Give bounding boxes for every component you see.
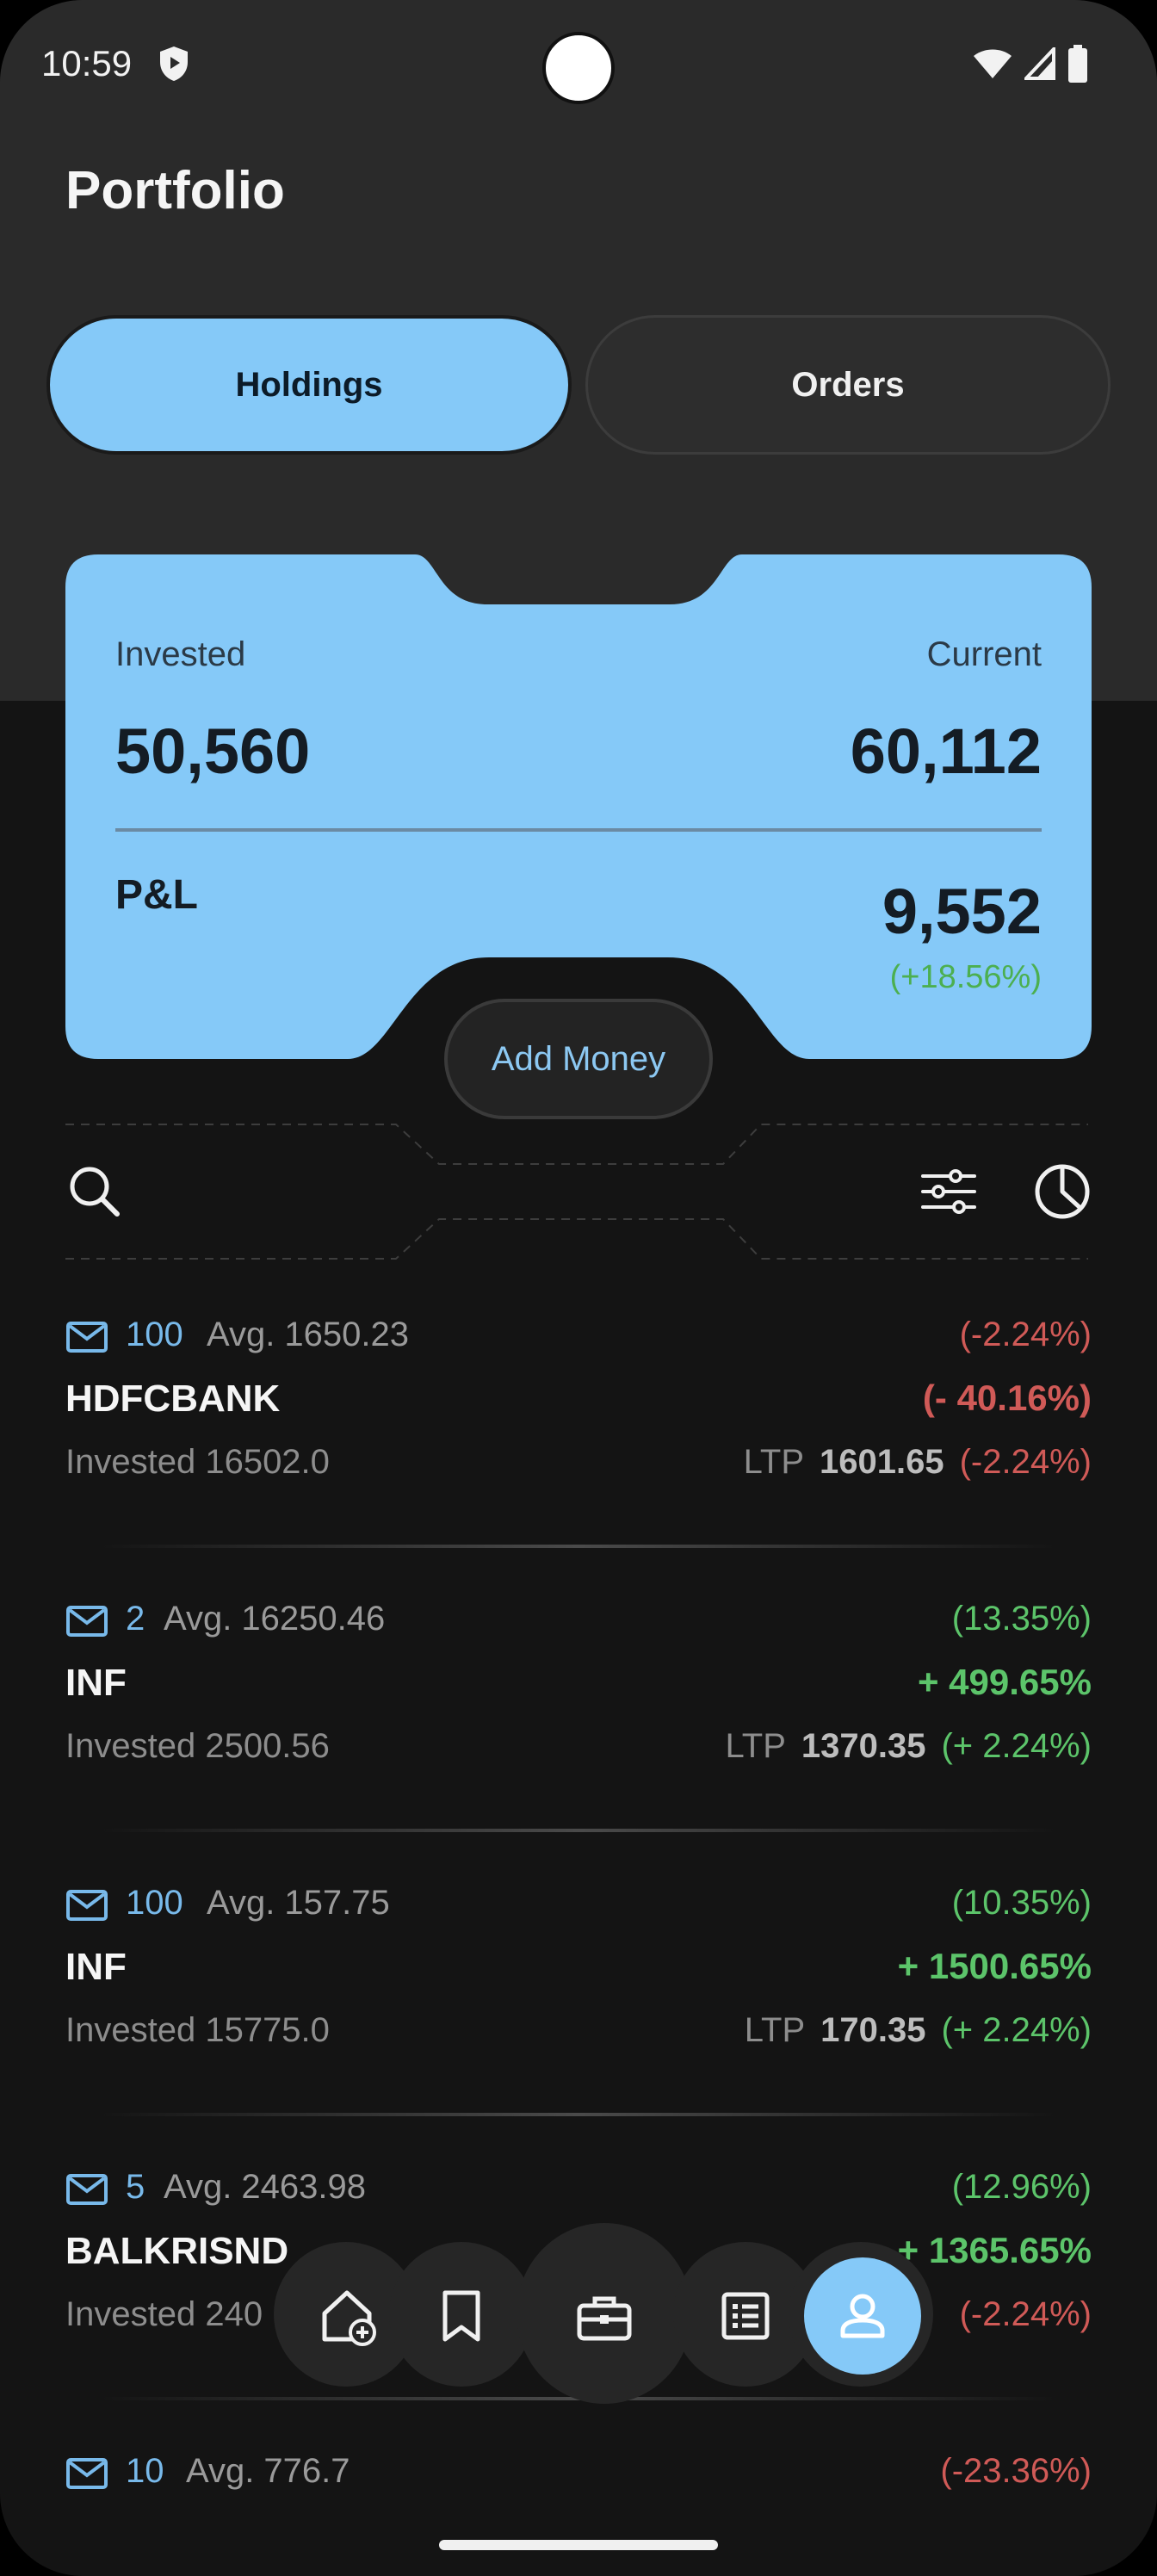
holding-item[interactable]: 2 Avg. 16250.46 (13.35%) INF + 499.65% I… bbox=[65, 1596, 1092, 1855]
holding-invested: Invested 15775.0 bbox=[65, 2011, 330, 2049]
holding-change: + 499.65% bbox=[917, 1662, 1092, 1702]
ltp-label: LTP bbox=[744, 2011, 806, 2049]
mail-icon bbox=[66, 2174, 108, 2205]
holding-item[interactable]: 100 Avg. 1650.23 (-2.24%) HDFCBANK (- 40… bbox=[65, 1312, 1092, 1570]
ltp-label: LTP bbox=[725, 1727, 786, 1765]
holding-name: INF bbox=[65, 1662, 127, 1704]
invested-value: 50,560 bbox=[115, 715, 311, 787]
holding-change: (- 40.16%) bbox=[922, 1378, 1092, 1418]
nav-orders-list[interactable] bbox=[711, 2282, 780, 2350]
list-icon bbox=[721, 2292, 770, 2340]
home-add-icon bbox=[322, 2290, 376, 2346]
holding-quantity: 100 bbox=[126, 1884, 183, 1922]
mail-icon bbox=[66, 2458, 108, 2489]
holding-quantity: 2 bbox=[126, 1600, 145, 1638]
holding-percent: (-23.36%) bbox=[940, 2452, 1092, 2490]
holding-average: Avg. 157.75 bbox=[207, 1884, 390, 1922]
card-divider bbox=[115, 828, 1042, 832]
row-separator bbox=[100, 1545, 1057, 1548]
mail-icon bbox=[66, 1322, 108, 1353]
current-value: 60,112 bbox=[850, 715, 1042, 787]
nav-portfolio[interactable] bbox=[568, 2282, 640, 2354]
briefcase-icon bbox=[577, 2296, 632, 2341]
holding-invested: Invested 2500.56 bbox=[65, 1727, 330, 1765]
gesture-bar[interactable] bbox=[439, 2540, 718, 2550]
holding-average: Avg. 776.7 bbox=[186, 2452, 350, 2490]
holding-ltp: LTP 170.35 (+ 2.24%) bbox=[745, 2011, 1092, 2050]
profile-icon bbox=[840, 2294, 885, 2338]
holding-average: Avg. 16250.46 bbox=[164, 1600, 386, 1638]
row-separator bbox=[100, 1829, 1057, 1832]
pl-label: P&L bbox=[115, 872, 198, 918]
holding-quantity: 100 bbox=[126, 1316, 183, 1353]
holding-ltp: (-2.24%) bbox=[960, 2295, 1092, 2334]
toolbar-frame bbox=[65, 1124, 1088, 1260]
holding-invested: Invested 16502.0 bbox=[65, 1443, 330, 1481]
holding-item[interactable]: 10 Avg. 776.7 (-23.36%) bbox=[65, 2449, 1092, 2517]
holding-invested: Invested 240 bbox=[65, 2295, 263, 2333]
holding-percent: (10.35%) bbox=[951, 1884, 1092, 1922]
holding-change: + 1365.65% bbox=[897, 2230, 1092, 2270]
app-screen: 10:59 Portfolio Holdings Orders Invested… bbox=[0, 0, 1157, 2576]
pie-chart-icon[interactable] bbox=[1031, 1161, 1093, 1223]
ltp-label: LTP bbox=[743, 1443, 805, 1481]
holding-item[interactable]: 100 Avg. 157.75 (10.35%) INF + 1500.65% … bbox=[65, 1880, 1092, 2139]
holding-average: Avg. 1650.23 bbox=[207, 1316, 410, 1353]
holding-change: + 1500.65% bbox=[897, 1946, 1092, 1986]
nav-bookmarks[interactable] bbox=[427, 2282, 496, 2350]
pl-value: 9,552 bbox=[882, 876, 1042, 947]
holding-name: BALKRISND bbox=[65, 2230, 289, 2272]
holding-ltp: LTP 1370.35 (+ 2.24%) bbox=[725, 1727, 1092, 1766]
holding-quantity: 5 bbox=[126, 2168, 145, 2206]
nav-profile[interactable] bbox=[804, 2257, 921, 2375]
add-money-button[interactable]: Add Money bbox=[444, 999, 713, 1119]
ltp-change: (-2.24%) bbox=[959, 2295, 1092, 2333]
bookmark-icon bbox=[442, 2290, 480, 2342]
holding-percent: (13.35%) bbox=[951, 1600, 1092, 1638]
ltp-change: (+ 2.24%) bbox=[941, 2011, 1092, 2049]
ltp-value: 170.35 bbox=[820, 2011, 926, 2049]
holding-percent: (-2.24%) bbox=[959, 1316, 1092, 1353]
ltp-change: (+ 2.24%) bbox=[941, 1727, 1092, 1765]
ltp-change: (-2.24%) bbox=[959, 1443, 1092, 1481]
invested-label: Invested bbox=[115, 635, 246, 673]
ltp-value: 1370.35 bbox=[801, 1727, 926, 1765]
holding-ltp: LTP 1601.65 (-2.24%) bbox=[744, 1443, 1092, 1482]
search-icon[interactable] bbox=[64, 1161, 126, 1223]
mail-icon bbox=[66, 1890, 108, 1921]
holding-percent: (12.96%) bbox=[951, 2168, 1092, 2206]
holding-quantity: 10 bbox=[126, 2452, 164, 2490]
mail-icon bbox=[66, 1606, 108, 1637]
holding-name: INF bbox=[65, 1946, 127, 1988]
row-separator bbox=[100, 2113, 1057, 2116]
holding-name: HDFCBANK bbox=[65, 1378, 281, 1420]
holding-average: Avg. 2463.98 bbox=[164, 2168, 367, 2206]
ltp-value: 1601.65 bbox=[820, 1443, 944, 1481]
nav-home-add[interactable] bbox=[313, 2282, 382, 2350]
current-label: Current bbox=[926, 635, 1042, 673]
pl-percent: (+18.56%) bbox=[889, 959, 1042, 995]
filter-sliders-icon[interactable] bbox=[918, 1161, 980, 1223]
